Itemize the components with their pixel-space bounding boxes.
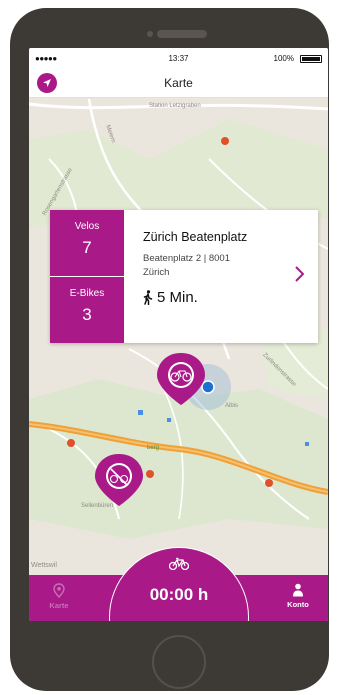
velos-label: Velos xyxy=(74,221,100,232)
user-icon xyxy=(293,583,303,597)
navigation-bar: Karte xyxy=(29,68,328,98)
map-label: Albis xyxy=(225,403,239,409)
ebikes-count: 3 xyxy=(82,305,92,324)
ebikes-label: E-Bikes xyxy=(69,288,105,299)
station-city: Zürich xyxy=(143,267,170,278)
tab-konto-label: Konto xyxy=(287,600,309,609)
walking-time: 5 Min. xyxy=(143,289,198,306)
page-title: Karte xyxy=(164,76,193,90)
walking-person-icon xyxy=(143,290,153,305)
map-pin-icon xyxy=(53,583,65,598)
tab-konto[interactable]: Konto xyxy=(268,575,328,621)
camera-dot xyxy=(147,31,153,37)
ride-timer: 00:00 h xyxy=(149,585,209,604)
station-info-card[interactable]: Velos 7 E-Bikes 3 Zürich Beatenplatz Bea… xyxy=(50,210,318,343)
availability-counts: Velos 7 E-Bikes 3 xyxy=(50,210,124,343)
speaker-grille xyxy=(157,30,207,38)
map-label: berg xyxy=(147,445,160,451)
tab-karte-label: Karte xyxy=(49,601,69,610)
velos-count: 7 xyxy=(82,238,92,257)
velos-count-box: Velos 7 xyxy=(50,210,124,276)
bike-icon xyxy=(169,557,189,570)
battery-icon xyxy=(300,55,322,63)
station-address: Beatenplatz 2 | 8001 xyxy=(143,253,230,264)
chevron-right-icon[interactable] xyxy=(295,266,304,282)
status-bar: ●●●●● 13:37 100% xyxy=(29,48,328,68)
user-location-dot xyxy=(201,380,215,394)
tab-karte[interactable]: Karte xyxy=(29,575,89,621)
battery-percentage: 100% xyxy=(273,54,294,63)
app-screen: ●●●●● 13:37 100% Karte Station Letzigrab… xyxy=(29,48,328,621)
ebikes-count-box: E-Bikes 3 xyxy=(50,277,124,343)
walking-time-value: 5 Min. xyxy=(157,289,198,306)
tab-bar: Karte 00:00 h Konto xyxy=(29,547,328,621)
home-button[interactable] xyxy=(152,635,206,689)
map-label: Wettswil xyxy=(31,562,57,569)
map-label: Station Letzigraben xyxy=(149,103,201,109)
map-label: Sellenbüren xyxy=(81,503,114,509)
station-name: Zürich Beatenplatz xyxy=(143,230,248,244)
